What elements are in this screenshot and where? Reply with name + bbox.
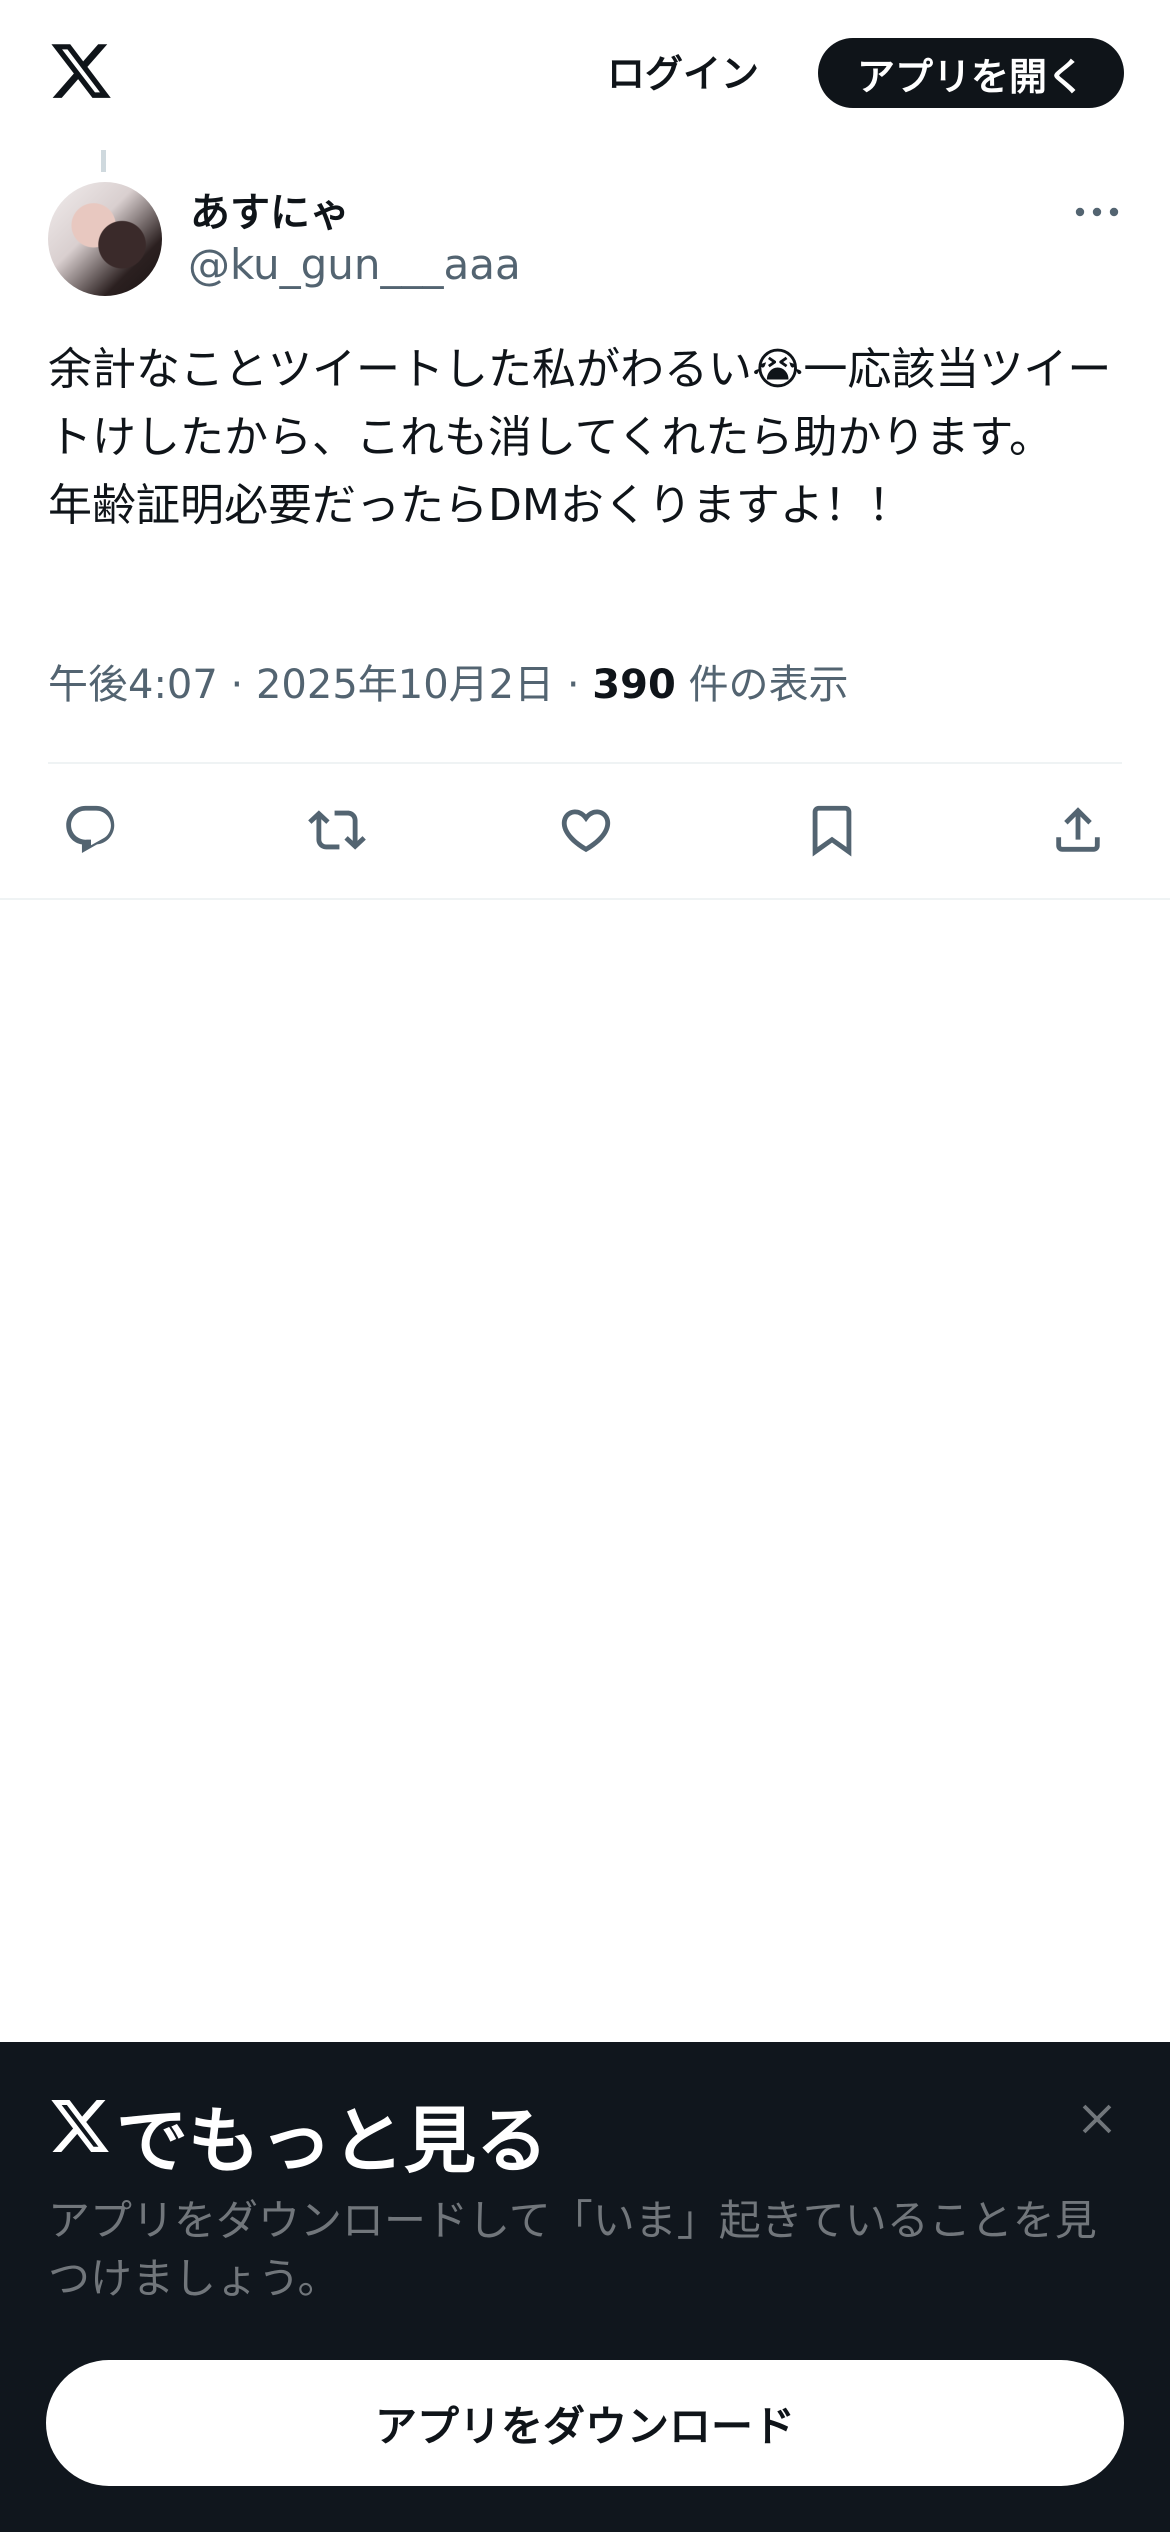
tweet-page: ログイン アプリを開く あすにゃ @ku_gun___aaa 余計なことツイート… — [0, 0, 1170, 2532]
tweet-meta: 午後4:07 · 2025年10月2日 · 390 件の表示 — [48, 652, 849, 710]
close-icon[interactable] — [1074, 2096, 1120, 2142]
x-logo-icon — [51, 2100, 109, 2152]
views-count: 390 — [592, 662, 676, 708]
retweet-button[interactable] — [297, 790, 377, 870]
meta-separator: · — [230, 662, 244, 708]
tweet-text: 余計なことツイートした私がわるい😭一応該当ツイートけしたから、これも消してくれた… — [48, 344, 1112, 531]
download-app-button[interactable]: アプリをダウンロード — [46, 2360, 1124, 2486]
tweet-date[interactable]: 2025年10月2日 — [256, 662, 554, 708]
x-logo-icon[interactable] — [48, 38, 114, 104]
display-name[interactable]: あすにゃ — [190, 180, 350, 238]
share-button[interactable] — [1038, 790, 1118, 870]
like-icon — [561, 809, 611, 853]
tweet-time[interactable]: 午後4:07 — [48, 662, 218, 708]
divider — [48, 762, 1122, 764]
reply-icon — [66, 805, 115, 853]
top-header: ログイン アプリを開く — [0, 0, 1170, 145]
open-app-button[interactable]: アプリを開く — [818, 38, 1124, 108]
bookmark-button[interactable] — [792, 790, 872, 870]
tweet-actions — [0, 790, 1170, 870]
like-button[interactable] — [546, 790, 626, 870]
meta-separator-2: · — [566, 662, 580, 708]
thread-line — [101, 150, 106, 172]
avatar[interactable] — [48, 182, 162, 296]
login-button[interactable]: ログイン — [590, 38, 776, 102]
user-handle[interactable]: @ku_gun___aaa — [188, 240, 521, 289]
tweet-bottom-border — [0, 898, 1170, 900]
views-label: 件の表示 — [688, 662, 849, 708]
reply-button[interactable] — [51, 790, 131, 870]
promo-title: でもっと見る — [116, 2099, 549, 2183]
bookmark-icon — [812, 805, 852, 857]
promo-subtitle: アプリをダウンロードして「いま」起きていることを見つけましょう。 — [48, 2196, 1097, 2303]
retweet-icon — [308, 810, 366, 850]
more-options-icon[interactable] — [1074, 200, 1120, 224]
app-promo-sheet: でもっと見る アプリをダウンロードして「いま」起きていることを見つけましょう。 … — [0, 2042, 1170, 2532]
share-icon — [1056, 807, 1100, 852]
